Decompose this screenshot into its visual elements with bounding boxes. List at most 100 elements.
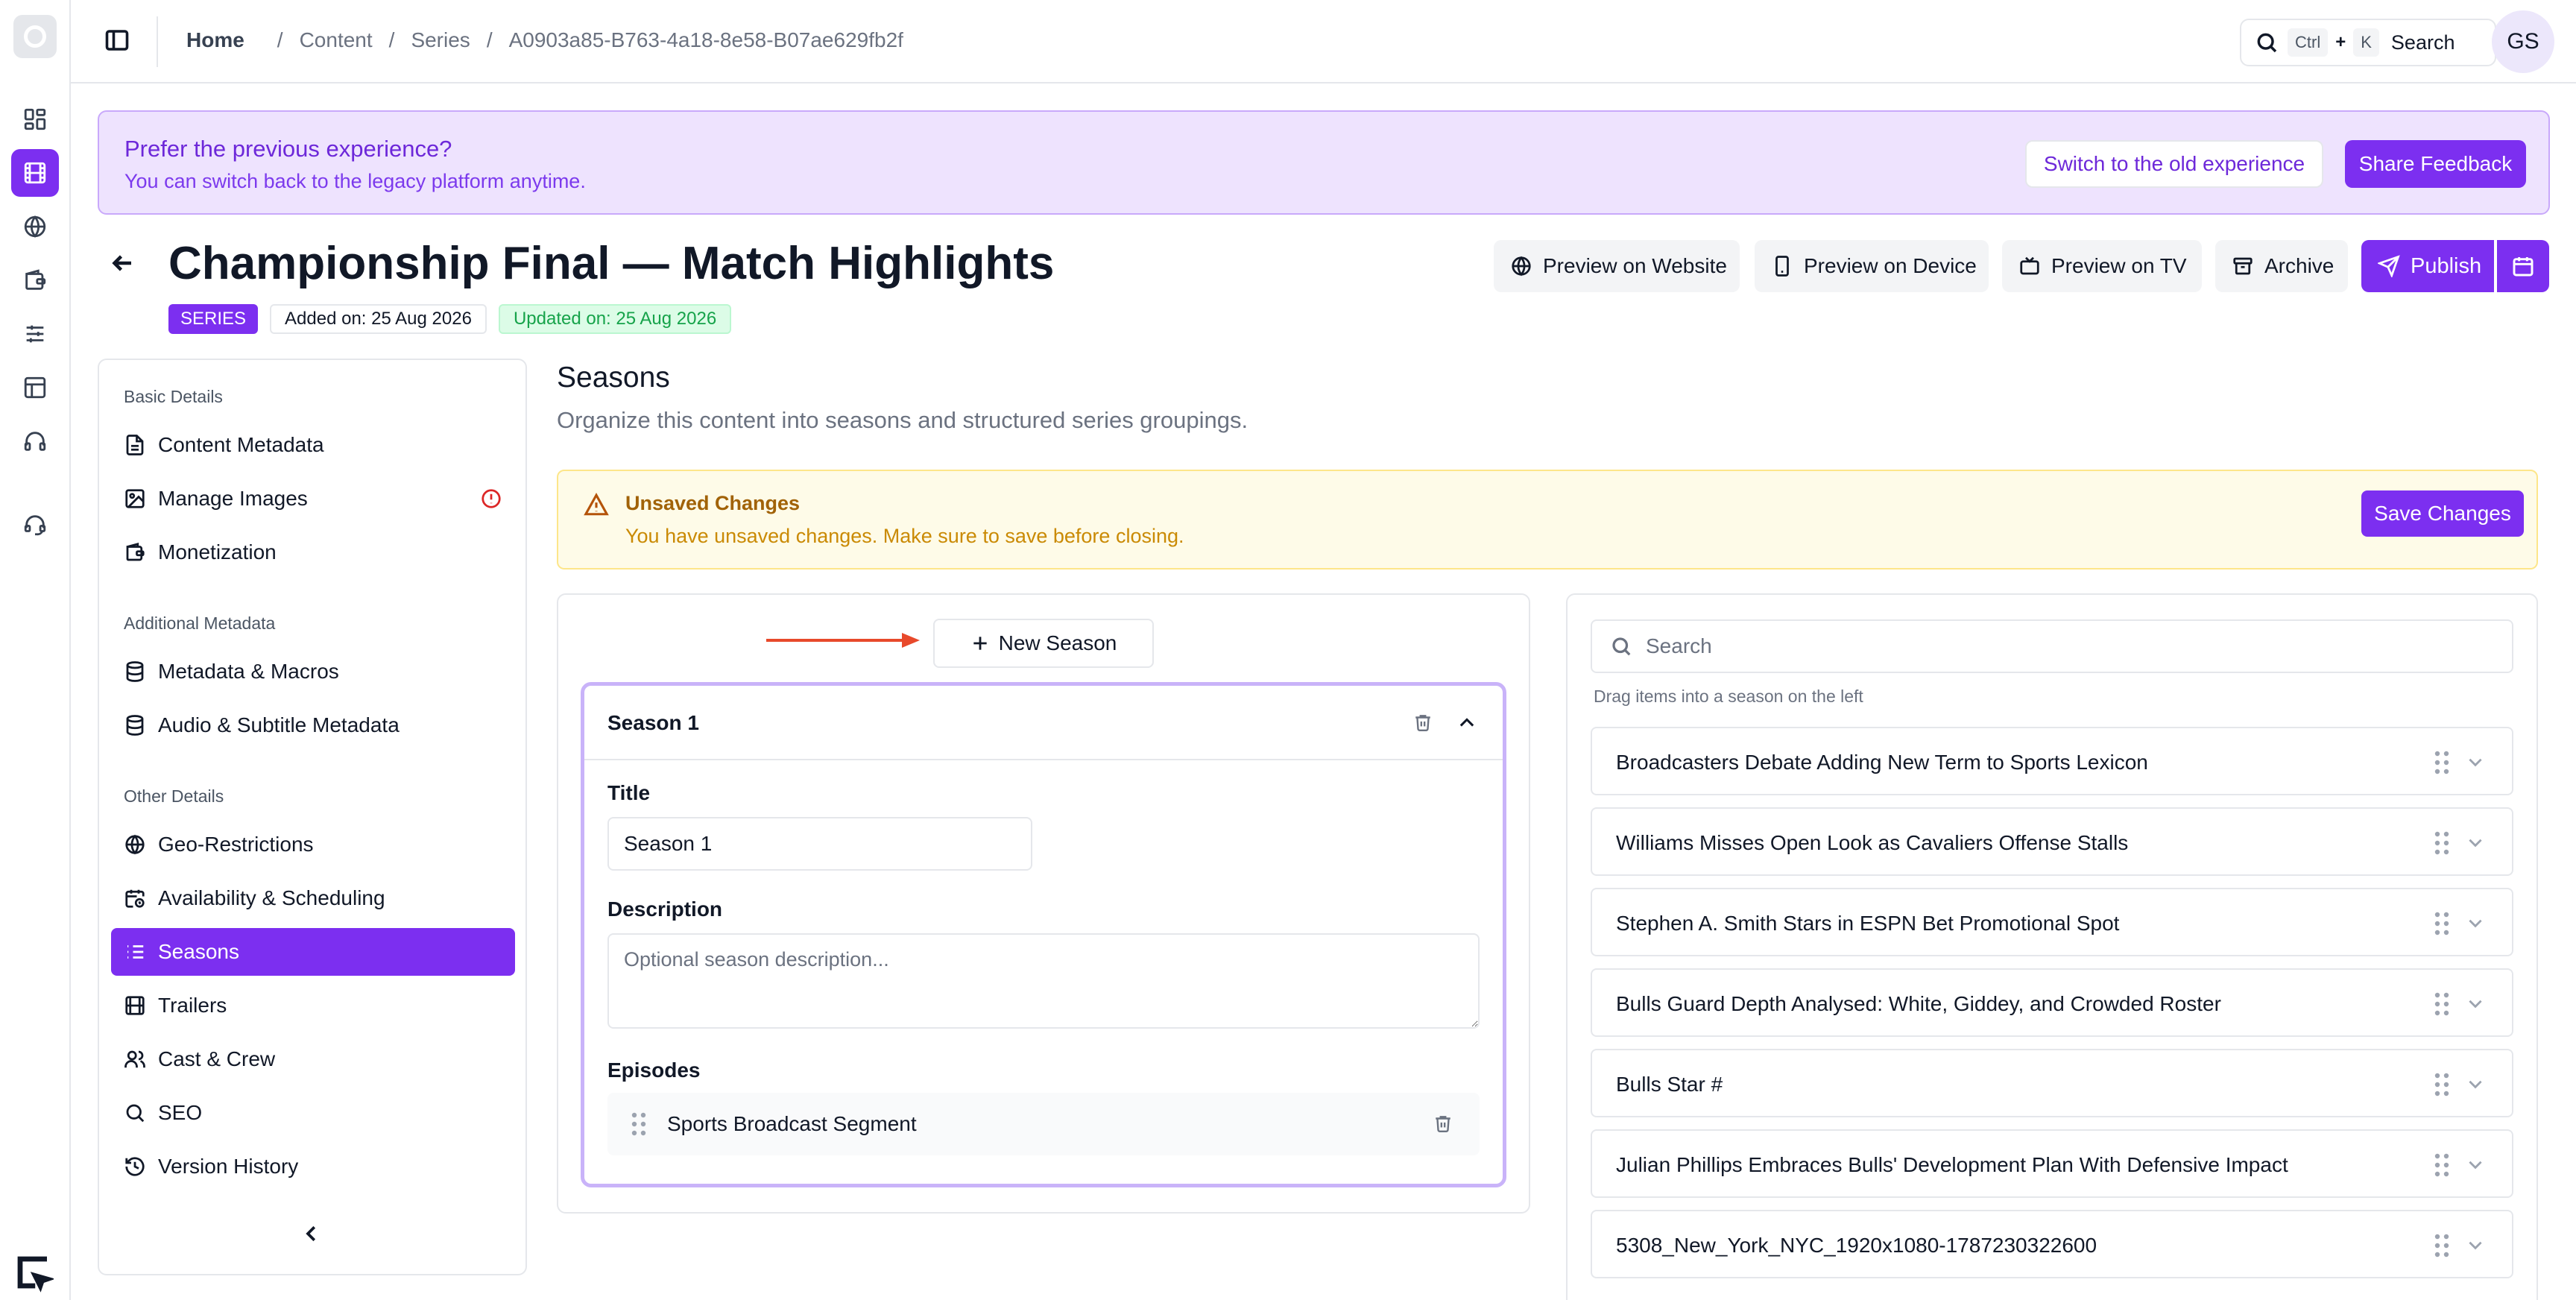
switch-old-experience-button[interactable]: Switch to the old experience: [2025, 140, 2323, 188]
nav-item-manage-images[interactable]: Manage Images: [111, 475, 515, 523]
back-button[interactable]: [109, 250, 136, 277]
section-subtitle: Organize this content into seasons and s…: [557, 407, 1248, 433]
drag-handle-icon[interactable]: [2434, 751, 2449, 774]
rail-wallet-button[interactable]: [11, 256, 59, 304]
breadcrumb-series[interactable]: Series: [411, 28, 470, 52]
save-changes-button[interactable]: Save Changes: [2361, 490, 2524, 537]
nav-item-metadata-macros[interactable]: Metadata & Macros: [111, 648, 515, 695]
share-feedback-button[interactable]: Share Feedback: [2345, 140, 2526, 188]
app-logo[interactable]: [13, 15, 57, 58]
library-search-input[interactable]: [1646, 634, 2466, 658]
trash-icon: [1415, 715, 1430, 732]
chevron-down-icon[interactable]: [2466, 994, 2485, 1013]
rail-audio-button[interactable]: [11, 417, 59, 465]
preview-website-button[interactable]: Preview on Website: [1494, 240, 1740, 292]
nav-item-version-history[interactable]: Version History: [111, 1143, 515, 1190]
user-avatar[interactable]: GS: [2492, 10, 2554, 73]
rail-globe-button[interactable]: [11, 203, 59, 250]
library-item[interactable]: Bulls Guard Depth Analysed: White, Gidde…: [1591, 968, 2513, 1037]
smartphone-icon: [1775, 256, 1789, 277]
drag-handle-icon[interactable]: [631, 1112, 646, 1136]
globe-icon: [1512, 256, 1531, 277]
sidebar-toggle-button[interactable]: [104, 27, 133, 57]
chevron-up-icon: [1459, 718, 1474, 727]
archive-button[interactable]: Archive: [2215, 240, 2348, 292]
library-item[interactable]: Broadcasters Debate Adding New Term to S…: [1591, 727, 2513, 795]
chevron-down-icon[interactable]: [2466, 1074, 2485, 1094]
remove-episode-button[interactable]: [1433, 1114, 1454, 1135]
nav-item-content-metadata[interactable]: Content Metadata: [111, 421, 515, 469]
wallet-icon: [126, 542, 145, 561]
send-icon: [2378, 255, 2400, 277]
library-search-field[interactable]: [1591, 619, 2513, 673]
chevron-down-icon[interactable]: [2466, 1235, 2485, 1255]
updated-date-badge: Updated on: 25 Aug 2026: [498, 304, 732, 334]
nav-item-geo-restrictions[interactable]: Geo-Restrictions: [111, 821, 515, 868]
section-navigation: Basic Details Content Metadata Manage Im…: [98, 359, 527, 1275]
nav-item-audio-subtitle[interactable]: Audio & Subtitle Metadata: [111, 701, 515, 749]
nav-item-seasons[interactable]: Seasons: [111, 928, 515, 976]
chevron-down-icon[interactable]: [2466, 913, 2485, 933]
preview-tv-button[interactable]: Preview on TV: [2002, 240, 2202, 292]
library-item[interactable]: 5308_New_York_NYC_1920x1080-178723032260…: [1591, 1210, 2513, 1278]
chevron-down-icon[interactable]: [2466, 1155, 2485, 1174]
file-text-icon: [126, 435, 144, 455]
drag-handle-icon[interactable]: [2434, 1073, 2449, 1097]
type-badge: SERIES: [168, 304, 259, 334]
drag-handle-icon[interactable]: [2434, 912, 2449, 935]
database-icon: [126, 661, 144, 682]
preview-device-button[interactable]: Preview on Device: [1755, 240, 1989, 292]
chevron-down-icon[interactable]: [2466, 752, 2485, 772]
rail-layout-button[interactable]: [11, 364, 59, 411]
season-title-input[interactable]: [607, 817, 1032, 871]
nav-group-other: Other Details: [124, 786, 224, 806]
search-icon: [1612, 637, 1631, 656]
list-ordered-icon: [127, 945, 144, 959]
nav-item-trailers[interactable]: Trailers: [111, 982, 515, 1029]
drag-handle-icon[interactable]: [2434, 1234, 2449, 1258]
support-icon: [24, 515, 46, 536]
unsaved-title: Unsaved Changes: [625, 492, 801, 514]
search-icon: [2257, 33, 2277, 53]
headphones-icon: [24, 432, 46, 451]
episode-item[interactable]: Sports Broadcast Segment: [607, 1093, 1480, 1155]
nav-item-availability[interactable]: Availability & Scheduling: [111, 874, 515, 922]
nav-item-cast-crew[interactable]: Cast & Crew: [111, 1035, 515, 1083]
history-icon: [125, 1157, 145, 1176]
season-description-input[interactable]: [607, 933, 1480, 1029]
chevron-down-icon[interactable]: [2466, 833, 2485, 852]
drag-handle-icon[interactable]: [2434, 831, 2449, 855]
rail-content-button[interactable]: [11, 149, 59, 197]
library-item-title: Bulls Star #: [1616, 1073, 1723, 1096]
publish-button[interactable]: Publish: [2361, 240, 2494, 292]
tv-icon: [2020, 256, 2039, 275]
library-item[interactable]: Williams Misses Open Look as Cavaliers O…: [1591, 807, 2513, 876]
delete-season-button[interactable]: [1413, 713, 1434, 733]
schedule-publish-button[interactable]: [2497, 240, 2549, 292]
nav-item-monetization[interactable]: Monetization: [111, 528, 515, 576]
collapse-nav-button[interactable]: [300, 1222, 324, 1246]
library-item[interactable]: Stephen A. Smith Stars in ESPN Bet Promo…: [1591, 888, 2513, 956]
rail-support-button[interactable]: [11, 501, 59, 549]
library-item[interactable]: Bulls Star #: [1591, 1049, 2513, 1117]
breadcrumb-content[interactable]: Content: [300, 28, 373, 52]
drag-handle-icon[interactable]: [2434, 992, 2449, 1016]
library-item[interactable]: Julian Phillips Embraces Bulls' Developm…: [1591, 1129, 2513, 1198]
breadcrumb-home[interactable]: Home: [186, 28, 244, 52]
collapse-season-button[interactable]: [1456, 713, 1477, 733]
rail-settings-button[interactable]: [11, 310, 59, 358]
wallet-icon: [25, 269, 46, 290]
screenshot-tool-button[interactable]: [13, 1252, 54, 1293]
calendar-clock-icon: [125, 889, 145, 908]
drag-handle-icon[interactable]: [2434, 1153, 2449, 1177]
season-card-header[interactable]: Season 1: [584, 686, 1503, 760]
new-season-button[interactable]: New Season: [933, 619, 1154, 668]
rail-dashboard-button[interactable]: [11, 95, 59, 143]
arrow-left-icon: [112, 255, 131, 271]
alert-circle-icon: [480, 488, 502, 510]
content-tags: SERIES Added on: 25 Aug 2026 Updated on:…: [168, 304, 732, 334]
global-search-button[interactable]: Ctrl + K Search: [2240, 19, 2496, 66]
nav-item-seo[interactable]: SEO: [111, 1089, 515, 1137]
image-icon: [125, 489, 145, 508]
library-item-title: Broadcasters Debate Adding New Term to S…: [1616, 751, 2148, 774]
